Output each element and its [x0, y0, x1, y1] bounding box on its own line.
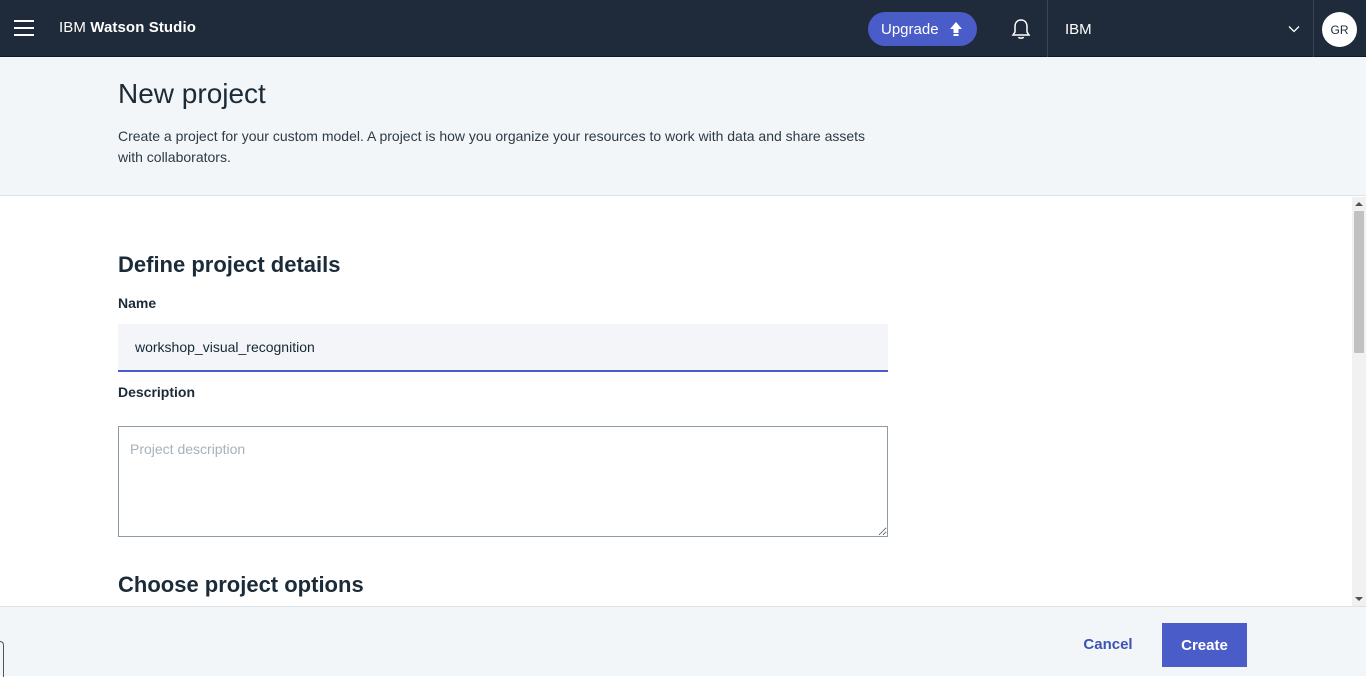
upload-arrow-icon	[949, 22, 962, 36]
page-description: Create a project for your custom model. …	[118, 128, 866, 165]
brand-prefix: IBM	[59, 19, 91, 36]
project-form: Define project details Name Description …	[0, 197, 1352, 606]
notifications-bell-icon[interactable]	[1008, 16, 1034, 42]
scroll-up-arrow-icon[interactable]	[1355, 200, 1363, 208]
upgrade-button[interactable]: Upgrade	[868, 12, 977, 46]
form-footer: Cancel Create	[0, 606, 1366, 677]
account-switcher[interactable]: IBM	[1048, 0, 1314, 57]
menu-icon[interactable]	[14, 20, 34, 36]
create-button[interactable]: Create	[1162, 623, 1247, 667]
description-label: Description	[118, 384, 196, 400]
project-name-input[interactable]	[118, 324, 888, 372]
page-header: New project Create a project for your cu…	[0, 57, 1366, 196]
user-avatar[interactable]: GR	[1322, 12, 1357, 47]
section-title-options: Choose project options	[118, 572, 364, 597]
scroll-down-arrow-icon[interactable]	[1355, 595, 1363, 603]
project-description-input[interactable]	[118, 426, 888, 537]
page-title: New project	[118, 78, 266, 109]
section-title-details: Define project details	[118, 252, 341, 277]
scrollbar-thumb[interactable]	[1354, 211, 1364, 353]
top-nav-bar: IBM Watson Studio Upgrade IBM GR	[0, 0, 1366, 57]
account-label: IBM	[1065, 21, 1092, 38]
cancel-button[interactable]: Cancel	[1070, 624, 1146, 664]
app-brand[interactable]: IBM Watson Studio	[59, 19, 196, 36]
chevron-down-icon	[1288, 26, 1300, 33]
main-scrollbar[interactable]	[1352, 197, 1366, 606]
name-label: Name	[118, 295, 157, 311]
brand-name: Watson Studio	[90, 19, 196, 36]
upgrade-label: Upgrade	[881, 20, 939, 38]
footer-edge-marker	[0, 641, 4, 677]
nav-divider	[1313, 0, 1314, 57]
